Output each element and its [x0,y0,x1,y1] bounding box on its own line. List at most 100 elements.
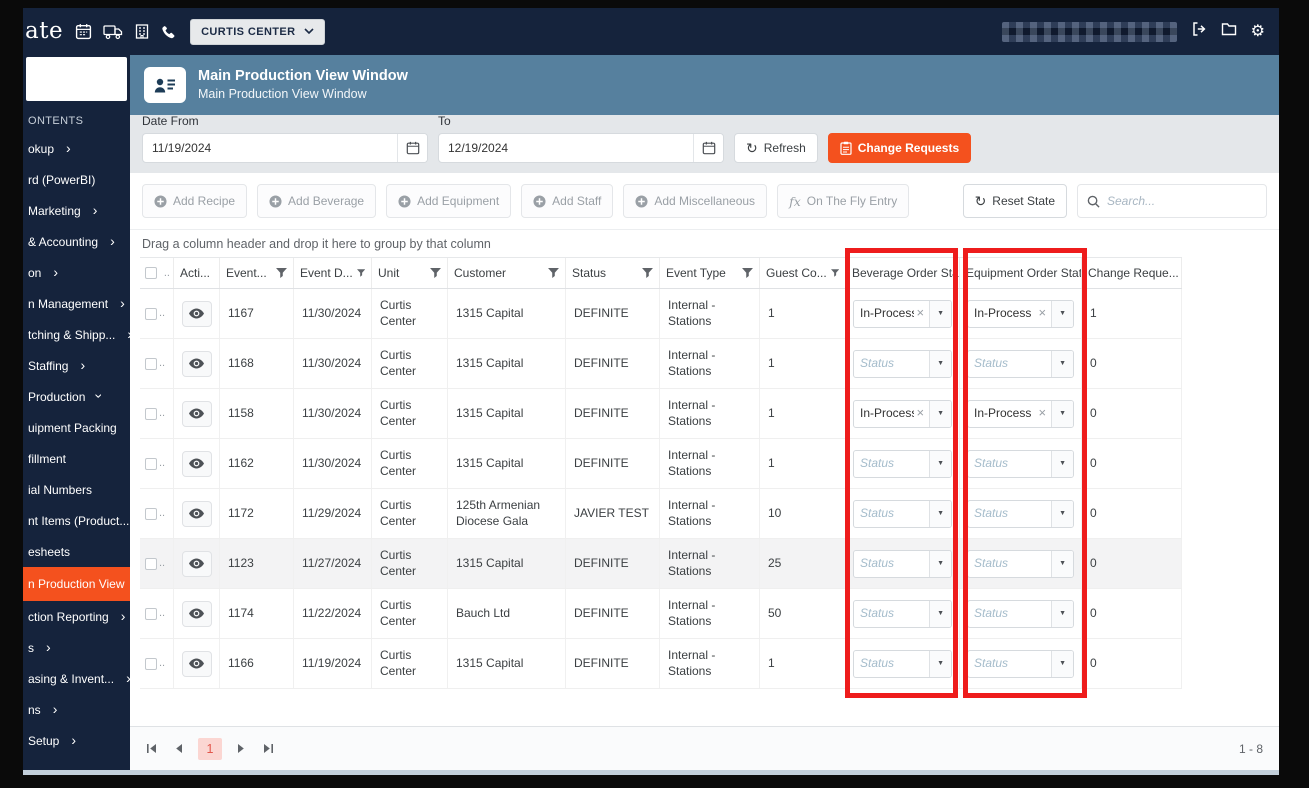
view-event-button[interactable] [181,600,212,627]
table-row[interactable]: .. 1168 11/30/2024 Curtis Center 1315 Ca… [140,339,1182,389]
gear-icon[interactable]: ⚙ [1251,23,1265,40]
filter-icon[interactable] [356,268,365,278]
equipment-status-select[interactable]: In-Process × ▼ [967,299,1074,328]
sidebar-item[interactable]: rd (PowerBI) [23,164,130,195]
filter-icon[interactable] [642,268,653,278]
beverage-status-select[interactable]: ×▼ [853,649,952,678]
sidebar-item[interactable]: Marketing › [23,195,130,226]
beverage-status-select[interactable]: ×▼ [853,599,952,628]
chevron-down-icon[interactable]: ▼ [1051,650,1073,677]
equipment-status-select[interactable]: ×▼ [967,499,1074,528]
equipment-status-select[interactable]: ×▼ [967,449,1074,478]
chevron-down-icon[interactable]: ▼ [929,400,951,427]
date-from-input[interactable] [143,141,397,155]
current-page-button[interactable]: 1 [198,737,222,760]
sidebar-search-box[interactable] [26,57,127,101]
previous-page-button[interactable] [172,741,185,756]
filter-icon[interactable] [430,268,441,278]
row-checkbox[interactable] [145,407,157,420]
col-header-event-type[interactable]: Event Type [660,258,760,288]
sidebar-item[interactable]: ns › [23,694,130,725]
col-header-equipment-order-status[interactable]: Equipment Order Stat... [960,258,1082,288]
add-equipment-button[interactable]: Add Equipment [386,184,512,218]
folder-icon[interactable] [1221,22,1237,41]
filter-icon[interactable] [742,268,753,278]
sidebar-item[interactable]: tching & Shipp... › [23,319,130,350]
chevron-down-icon[interactable]: ▼ [929,600,951,627]
sidebar-item[interactable]: n Production View [23,567,130,601]
add-recipe-button[interactable]: Add Recipe [142,184,248,218]
chevron-down-icon[interactable]: ▼ [929,500,951,527]
chevron-down-icon[interactable]: ▼ [1051,350,1073,377]
sidebar-item[interactable]: esheets [23,536,130,567]
sidebar-item[interactable]: Setup › [23,725,130,756]
col-header-event-number[interactable]: Event... [220,258,294,288]
add-staff-button[interactable]: Add Staff [521,184,614,218]
col-header-guest-count[interactable]: Guest Co... [760,258,846,288]
next-page-button[interactable] [235,741,248,756]
view-event-button[interactable] [181,400,212,427]
row-checkbox[interactable] [145,457,157,470]
sidebar-item[interactable]: Production › [23,381,130,412]
col-header-unit[interactable]: Unit [372,258,448,288]
sidebar-item[interactable]: asing & Invent... › [23,663,130,694]
calendar-icon[interactable] [75,23,92,40]
add-miscellaneous-button[interactable]: Add Miscellaneous [623,184,768,218]
col-header-actions[interactable]: Acti... [174,258,220,288]
chevron-down-icon[interactable]: ▼ [1051,600,1073,627]
clear-icon[interactable]: × [914,305,929,322]
date-to-calendar-button[interactable] [693,134,723,162]
clear-icon[interactable]: × [1036,305,1051,322]
beverage-status-select[interactable]: In-Process × ▼ [853,299,952,328]
row-checkbox[interactable] [145,557,157,570]
col-header-beverage-order-status[interactable]: Beverage Order Stat... [846,258,960,288]
phone-icon[interactable] [161,24,176,40]
filter-icon[interactable] [548,268,559,278]
table-row[interactable]: .. 1162 11/30/2024 Curtis Center 1315 Ca… [140,439,1182,489]
chevron-down-icon[interactable]: ▼ [1051,500,1073,527]
chevron-down-icon[interactable]: ▼ [929,300,951,327]
col-header-status[interactable]: Status [566,258,660,288]
reset-state-button[interactable]: ↻ Reset State [962,184,1067,218]
table-row[interactable]: .. 1166 11/19/2024 Curtis Center 1315 Ca… [140,639,1182,689]
equipment-status-select[interactable]: ×▼ [967,349,1074,378]
chevron-down-icon[interactable]: ▼ [1051,300,1073,327]
equipment-status-select[interactable]: In-Process × ▼ [967,399,1074,428]
table-row[interactable]: .. 1123 11/27/2024 Curtis Center 1315 Ca… [140,539,1182,589]
row-checkbox[interactable] [145,307,157,320]
search-input[interactable] [1107,194,1257,208]
truck-icon[interactable] [103,23,123,40]
sidebar-item[interactable]: n Management › [23,288,130,319]
beverage-status-select[interactable]: ×▼ [853,349,952,378]
col-header-customer[interactable]: Customer [448,258,566,288]
beverage-status-select[interactable]: In-Process × ▼ [853,399,952,428]
table-row[interactable]: .. 1174 11/22/2024 Curtis Center Bauch L… [140,589,1182,639]
view-event-button[interactable] [181,450,212,477]
clear-icon[interactable]: × [1036,405,1051,422]
chevron-down-icon[interactable]: ▼ [929,550,951,577]
table-row[interactable]: .. 1172 11/29/2024 Curtis Center 125th A… [140,489,1182,539]
chevron-down-icon[interactable]: ▼ [1051,450,1073,477]
select-all-checkbox[interactable] [145,267,157,279]
beverage-status-select[interactable]: ×▼ [853,449,952,478]
view-event-button[interactable] [181,500,212,527]
add-beverage-button[interactable]: Add Beverage [257,184,377,218]
row-checkbox[interactable] [145,607,157,620]
chevron-down-icon[interactable]: ▼ [929,450,951,477]
date-to-input[interactable] [439,141,693,155]
view-event-button[interactable] [181,350,212,377]
filter-icon[interactable] [830,268,839,278]
beverage-status-select[interactable]: ×▼ [853,499,952,528]
chevron-down-icon[interactable]: ▼ [1051,400,1073,427]
col-header-event-date[interactable]: Event D... [294,258,372,288]
sidebar-item[interactable]: uipment Packing [23,412,130,443]
filter-icon[interactable] [276,268,287,278]
refresh-button[interactable]: ↻ Refresh [734,133,818,163]
row-checkbox[interactable] [145,657,157,670]
chevron-down-icon[interactable]: ▼ [929,650,951,677]
sidebar-item[interactable]: & Accounting › [23,226,130,257]
equipment-status-select[interactable]: ×▼ [967,649,1074,678]
date-from-calendar-button[interactable] [397,134,427,162]
chevron-down-icon[interactable]: ▼ [1051,550,1073,577]
logout-icon[interactable] [1191,21,1207,42]
